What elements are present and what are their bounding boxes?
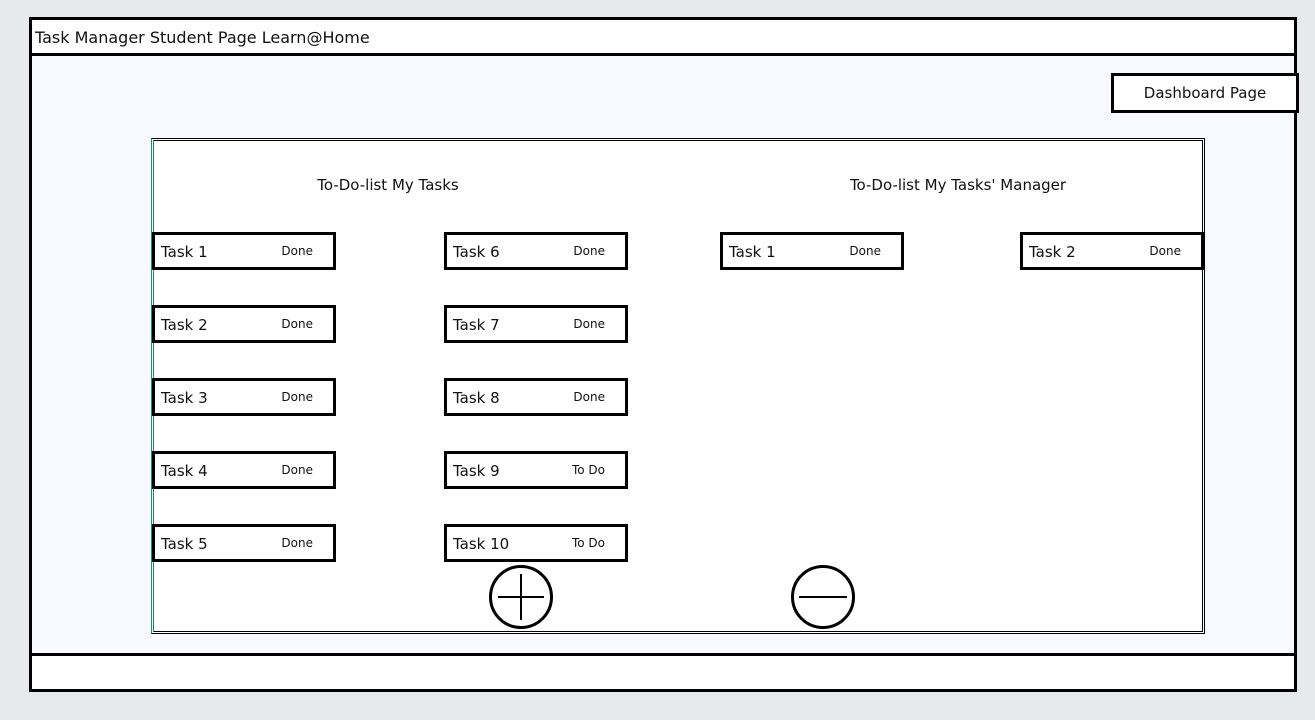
task-status[interactable]: Done [281, 317, 313, 331]
add-task-button[interactable] [489, 565, 553, 629]
minus-icon [799, 596, 847, 598]
remove-task-button[interactable] [791, 565, 855, 629]
task-name: Task 5 [161, 535, 208, 553]
task-status[interactable]: To Do [572, 536, 605, 550]
task-status[interactable]: To Do [572, 463, 605, 477]
manager-task-item[interactable]: Task 1 Done [720, 232, 904, 270]
my-task-item[interactable]: Task 10 To Do [444, 524, 628, 562]
task-name: Task 1 [729, 243, 776, 261]
task-name: Task 10 [453, 535, 510, 553]
app-title: Task Manager Student Page Learn@Home [35, 28, 370, 47]
my-task-item[interactable]: Task 7 Done [444, 305, 628, 343]
task-status[interactable]: Done [1149, 244, 1181, 258]
my-task-item[interactable]: Task 6 Done [444, 232, 628, 270]
plus-icon [498, 574, 544, 620]
my-task-item[interactable]: Task 5 Done [152, 524, 336, 562]
task-name: Task 9 [453, 462, 500, 480]
footer [32, 653, 1294, 689]
manager-task-item[interactable]: Task 2 Done [1020, 232, 1204, 270]
task-status[interactable]: Done [573, 244, 605, 258]
dashboard-page-button[interactable]: Dashboard Page [1111, 73, 1299, 113]
my-task-item[interactable]: Task 4 Done [152, 451, 336, 489]
my-task-item[interactable]: Task 8 Done [444, 378, 628, 416]
task-status[interactable]: Done [849, 244, 881, 258]
task-name: Task 8 [453, 389, 500, 407]
task-status[interactable]: Done [281, 244, 313, 258]
task-status[interactable]: Done [573, 317, 605, 331]
task-name: Task 2 [161, 316, 208, 334]
task-name: Task 1 [161, 243, 208, 261]
task-name: Task 2 [1029, 243, 1076, 261]
my-task-item[interactable]: Task 1 Done [152, 232, 336, 270]
my-task-item[interactable]: Task 3 Done [152, 378, 336, 416]
task-name: Task 6 [453, 243, 500, 261]
task-name: Task 4 [161, 462, 208, 480]
task-status[interactable]: Done [281, 463, 313, 477]
task-status[interactable]: Done [281, 536, 313, 550]
title-bar: Task Manager Student Page Learn@Home [32, 20, 1294, 56]
my-task-item[interactable]: Task 9 To Do [444, 451, 628, 489]
task-name: Task 7 [453, 316, 500, 334]
task-name: Task 3 [161, 389, 208, 407]
task-status[interactable]: Done [281, 390, 313, 404]
my-task-item[interactable]: Task 2 Done [152, 305, 336, 343]
manager-tasks-heading: To-Do-list My Tasks' Manager [849, 176, 1067, 194]
my-tasks-heading: To-Do-list My Tasks [317, 176, 459, 194]
task-status[interactable]: Done [573, 390, 605, 404]
